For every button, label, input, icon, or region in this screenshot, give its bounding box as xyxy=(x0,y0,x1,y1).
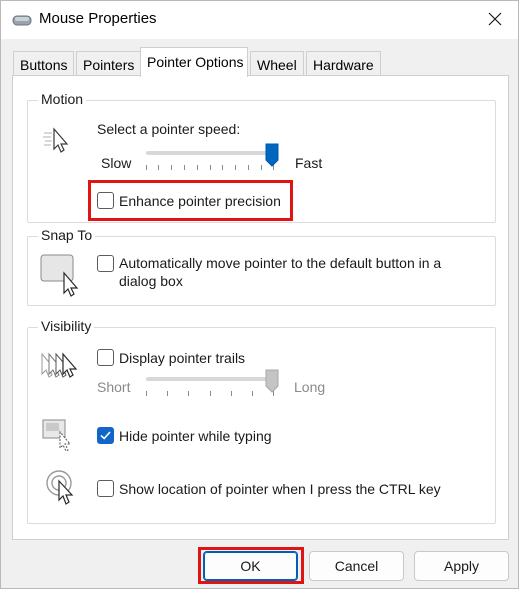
checkmark-icon xyxy=(100,431,111,440)
snap-to-checkbox[interactable] xyxy=(97,255,114,272)
tab-hardware[interactable]: Hardware xyxy=(306,51,381,76)
long-label: Long xyxy=(294,379,326,395)
trails-slider-ticks xyxy=(146,391,274,397)
pointer-speed-icon xyxy=(42,125,72,158)
trails-slider-thumb[interactable] xyxy=(265,369,279,396)
ctrl-location-icon xyxy=(46,468,80,513)
ctrl-location-label: Show location of pointer when I press th… xyxy=(119,481,441,497)
hide-pointer-label: Hide pointer while typing xyxy=(119,428,272,444)
speed-slider-track xyxy=(146,151,274,155)
window-title: Mouse Properties xyxy=(39,10,157,27)
enhance-precision-label: Enhance pointer precision xyxy=(119,193,281,209)
mouse-properties-window: Mouse Properties Buttons Pointers Pointe… xyxy=(0,0,519,589)
snap-to-option[interactable]: Automatically move pointer to the defaul… xyxy=(96,253,486,293)
motion-group-label: Motion xyxy=(38,91,87,107)
short-label: Short xyxy=(97,379,131,395)
cancel-button[interactable]: Cancel xyxy=(309,551,404,581)
motion-group: Motion Select a pointer speed: Slow Fast xyxy=(27,91,496,223)
enhance-precision-option[interactable]: Enhance pointer precision xyxy=(96,191,296,213)
speed-slider-ticks xyxy=(146,165,274,171)
hide-pointer-option[interactable]: Hide pointer while typing xyxy=(96,426,316,448)
pointer-trails-checkbox[interactable] xyxy=(97,349,114,366)
enhance-precision-checkbox[interactable] xyxy=(97,192,114,209)
snap-to-label-line1: Automatically move pointer to the defaul… xyxy=(119,255,442,271)
snap-to-label-line2: dialog box xyxy=(119,273,183,289)
ctrl-location-checkbox[interactable] xyxy=(97,480,114,497)
close-button[interactable] xyxy=(472,1,518,39)
tab-buttons[interactable]: Buttons xyxy=(13,51,75,76)
tab-wheel[interactable]: Wheel xyxy=(250,51,304,76)
hide-pointer-icon xyxy=(42,418,78,457)
pointer-speed-label: Select a pointer speed: xyxy=(97,121,241,137)
tab-panel: Motion Select a pointer speed: Slow Fast xyxy=(12,75,509,540)
snap-to-group-label: Snap To xyxy=(38,227,96,243)
speed-slider-thumb[interactable] xyxy=(265,143,279,170)
hide-pointer-checkbox[interactable] xyxy=(97,427,114,444)
fast-label: Fast xyxy=(295,155,323,171)
tab-pointer-options[interactable]: Pointer Options xyxy=(140,47,248,77)
apply-button[interactable]: Apply xyxy=(414,551,509,581)
ok-button[interactable]: OK xyxy=(203,551,298,581)
close-icon xyxy=(488,12,502,29)
trails-slider-track xyxy=(146,377,274,381)
pointer-trails-label: Display pointer trails xyxy=(119,350,246,366)
snap-to-group: Snap To Automatically move pointer to th… xyxy=(27,227,496,306)
pointer-trails-option[interactable]: Display pointer trails xyxy=(96,348,316,370)
ctrl-location-option[interactable]: Show location of pointer when I press th… xyxy=(96,479,486,501)
tab-pointers[interactable]: Pointers xyxy=(76,51,142,76)
slow-label: Slow xyxy=(101,155,132,171)
visibility-group-label: Visibility xyxy=(38,318,95,334)
mouse-icon xyxy=(12,11,32,29)
pointer-trails-slider[interactable] xyxy=(146,369,279,401)
visibility-group: Visibility Display pointer trails Short … xyxy=(27,318,496,524)
title-bar: Mouse Properties xyxy=(1,1,518,39)
pointer-trails-icon xyxy=(40,350,80,387)
pointer-speed-slider[interactable] xyxy=(146,143,279,175)
snap-to-icon xyxy=(40,253,82,300)
